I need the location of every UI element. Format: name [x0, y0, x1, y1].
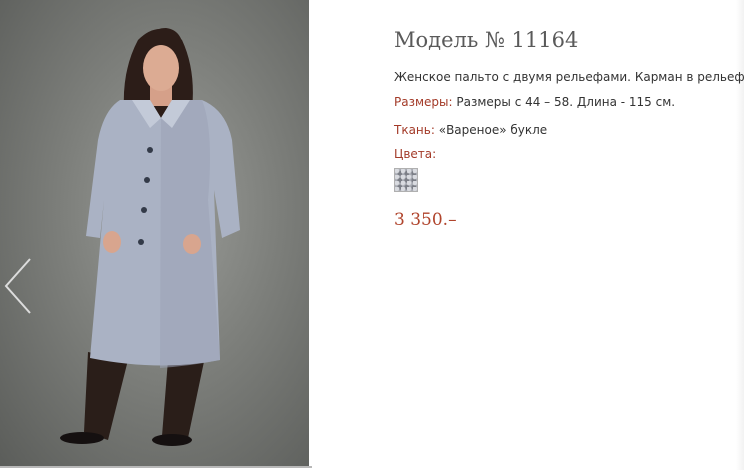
product-description: Женское пальто с двумя рельефами. Карман…: [394, 70, 744, 84]
sizes-row: Размеры: Размеры с 44 – 58. Длина - 115 …: [394, 95, 675, 109]
product-title: Модель № 11164: [394, 28, 579, 52]
colors-label: Цвета:: [394, 147, 437, 161]
chevron-left-icon: [4, 258, 31, 314]
product-price: 3 350.–: [394, 210, 457, 230]
color-swatch[interactable]: [394, 168, 418, 192]
fabric-value: «Вареное» букле: [438, 123, 548, 137]
fabric-label: Ткань:: [394, 123, 435, 137]
model-figure: [60, 28, 240, 446]
prev-image-button[interactable]: [2, 257, 34, 315]
sizes-label: Размеры:: [394, 95, 453, 109]
sizes-value: Размеры с 44 – 58. Длина - 115 см.: [456, 95, 676, 109]
colors-row: Цвета:: [394, 147, 436, 161]
fabric-row: Ткань: «Вареное» букле: [394, 123, 547, 137]
image-divider: [0, 466, 312, 468]
product-photo[interactable]: [0, 0, 309, 466]
